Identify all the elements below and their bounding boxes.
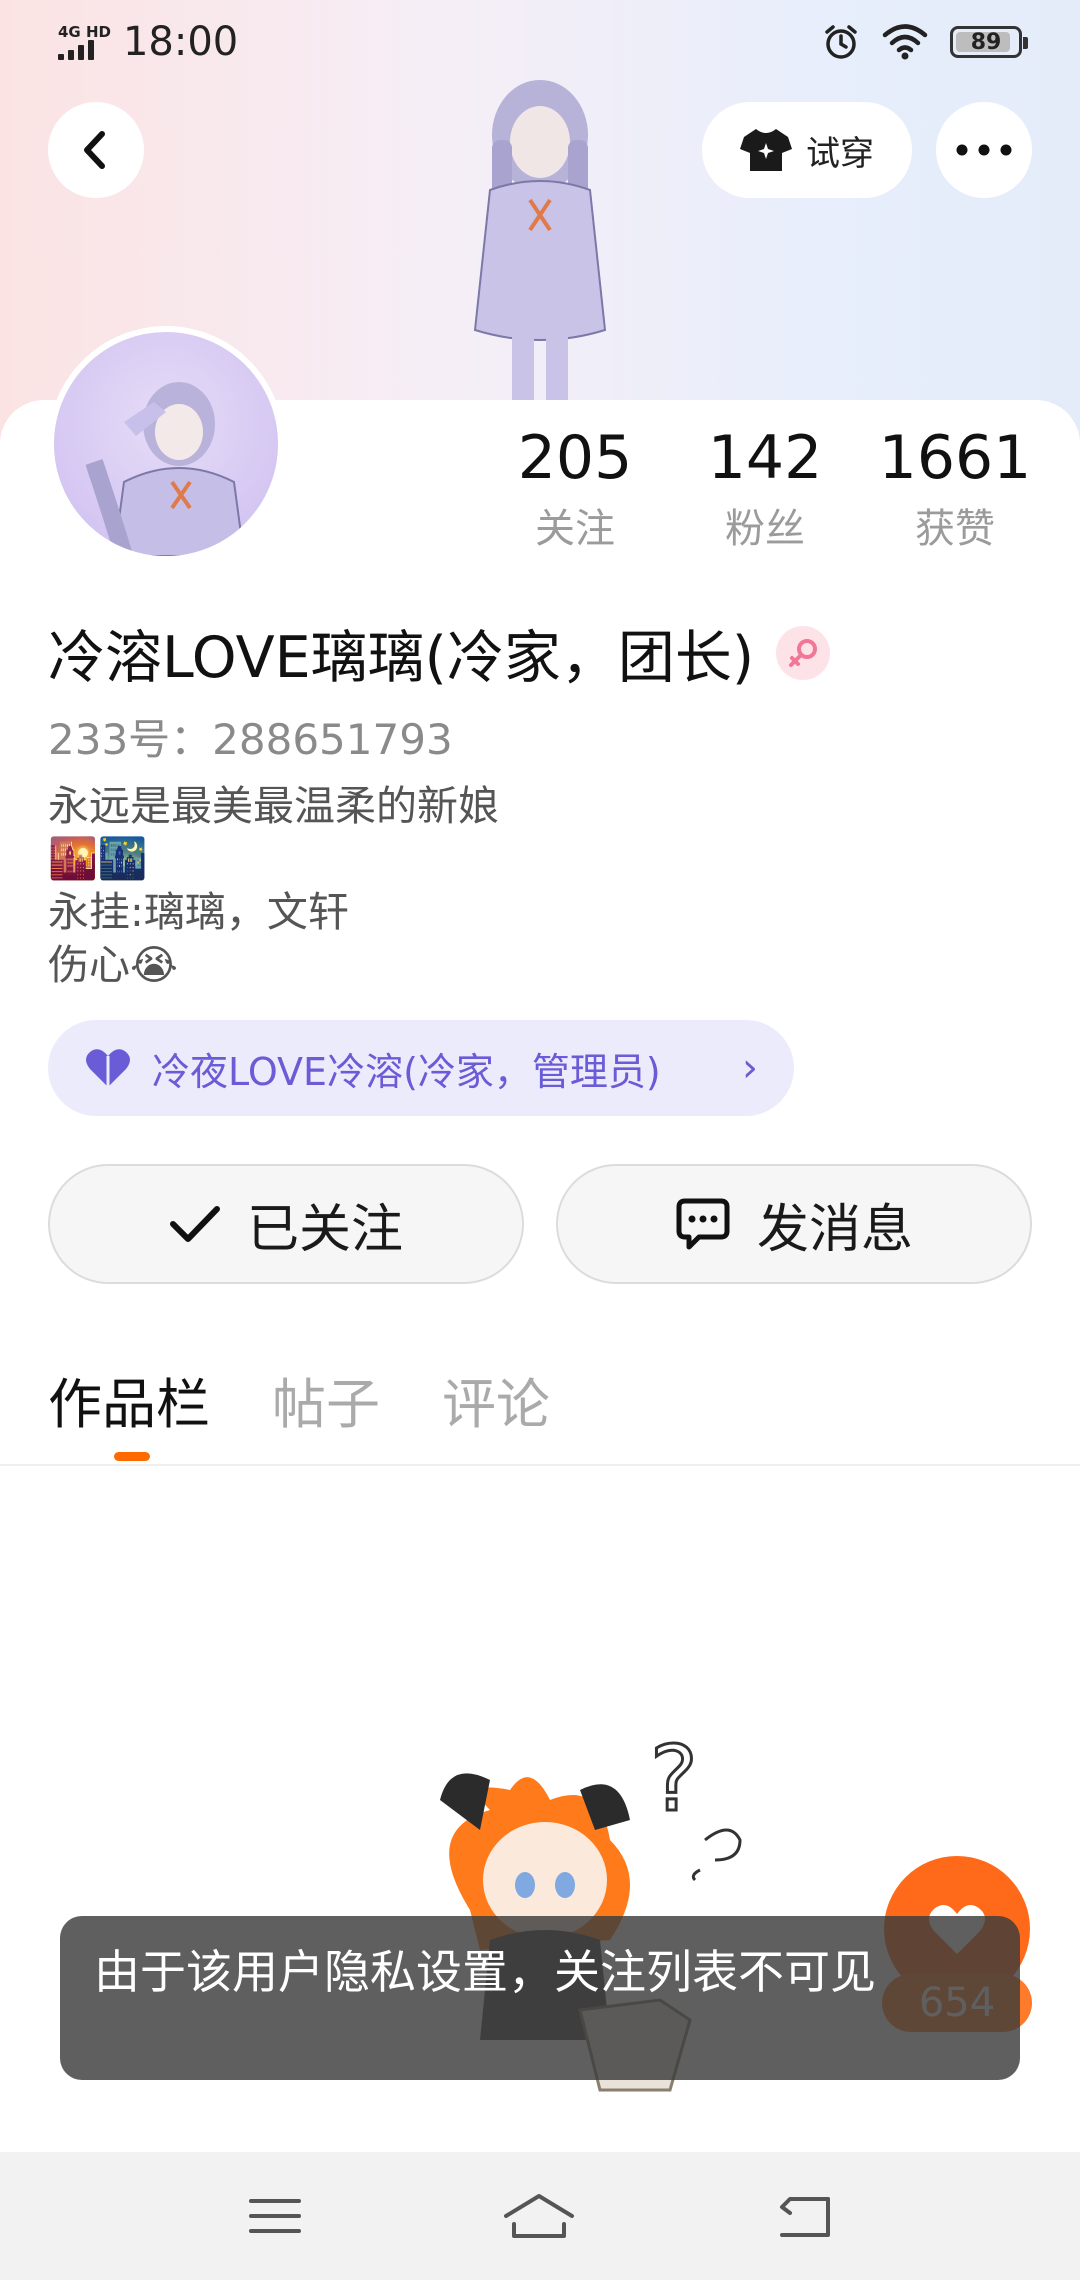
check-icon [169, 1206, 220, 1242]
username-row: 冷溶LOVE璃璃(冷家，团长) [48, 612, 831, 694]
tab-works[interactable]: 作品栏 [48, 1360, 210, 1439]
status-bar: 4G HD 18:00 89 [0, 0, 1080, 84]
stat-following[interactable]: 205 关注 [480, 422, 670, 554]
active-tab-indicator [114, 1452, 150, 1461]
network-type: 4G HD [58, 22, 111, 41]
chevron-left-icon [84, 131, 105, 169]
tab-posts[interactable]: 帖子 [272, 1360, 380, 1439]
tab-comments[interactable]: 评论 [442, 1360, 550, 1439]
group-label: 冷夜LOVE冷溶(冷家，管理员) [152, 1049, 661, 1094]
shirt-icon [740, 129, 792, 171]
status-time: 18:00 [122, 19, 239, 65]
message-button[interactable]: 发消息 [556, 1164, 1032, 1284]
stat-label: 获赞 [915, 506, 995, 552]
more-options-button[interactable] [936, 102, 1032, 198]
svg-text:?: ? [650, 1727, 698, 1832]
battery-level: 89 [970, 29, 1002, 55]
chevron-right-icon: › [742, 1045, 758, 1091]
tab-divider [0, 1464, 1080, 1466]
alarm-icon [825, 25, 857, 59]
battery-indicator: 89 [950, 26, 1028, 58]
stat-label: 关注 [535, 506, 615, 552]
stat-label: 粉丝 [725, 506, 805, 552]
female-icon [776, 626, 831, 680]
following-label: 已关注 [246, 1199, 403, 1260]
bio-line: 🌇🌃 [48, 836, 148, 882]
bio-line: 伤心😭 [48, 941, 178, 989]
bio-line: 永远是最美最温柔的新娘 [48, 782, 499, 830]
following-button[interactable]: 已关注 [48, 1164, 524, 1284]
heart-icon [86, 1049, 130, 1087]
avatar-3d-character [430, 80, 650, 400]
stat-value: 142 [707, 423, 823, 493]
stat-value: 205 [517, 423, 633, 493]
stat-likes[interactable]: 1661 获赞 [860, 422, 1050, 554]
profile-stats: 205 关注 142 粉丝 1661 获赞 [480, 422, 1050, 554]
profile-tabs: 作品栏 帖子 评论 [48, 1360, 550, 1439]
bio: 永远是最美最温柔的新娘 🌇🌃 永挂:璃璃，文轩 伤心😭 [48, 780, 499, 992]
try-on-label: 试穿 [806, 133, 874, 174]
privacy-toast: 由于该用户隐私设置，关注列表不可见 [60, 1916, 1020, 2080]
back-button[interactable] [48, 102, 144, 198]
back-nav-icon[interactable] [776, 2193, 832, 2239]
system-nav-bar [0, 2152, 1080, 2280]
stat-value: 1661 [878, 423, 1032, 493]
home-icon[interactable] [502, 2192, 576, 2240]
menu-icon[interactable] [248, 2196, 302, 2236]
try-on-button[interactable]: 试穿 [702, 102, 912, 198]
username: 冷溶LOVE璃璃(冷家，团长) [48, 625, 755, 691]
avatar[interactable] [48, 326, 284, 562]
group-link[interactable]: 冷夜LOVE冷溶(冷家，管理员) › [48, 1020, 794, 1116]
signal-icon: 4G HD [58, 22, 111, 60]
message-label: 发消息 [756, 1199, 913, 1260]
user-id: 233号：288651793 [48, 715, 453, 764]
more-icon [956, 144, 1012, 156]
wifi-icon [882, 24, 928, 60]
chat-icon [676, 1198, 730, 1250]
stat-followers[interactable]: 142 粉丝 [670, 422, 860, 554]
bio-line: 永挂:璃璃，文轩 [48, 888, 349, 936]
